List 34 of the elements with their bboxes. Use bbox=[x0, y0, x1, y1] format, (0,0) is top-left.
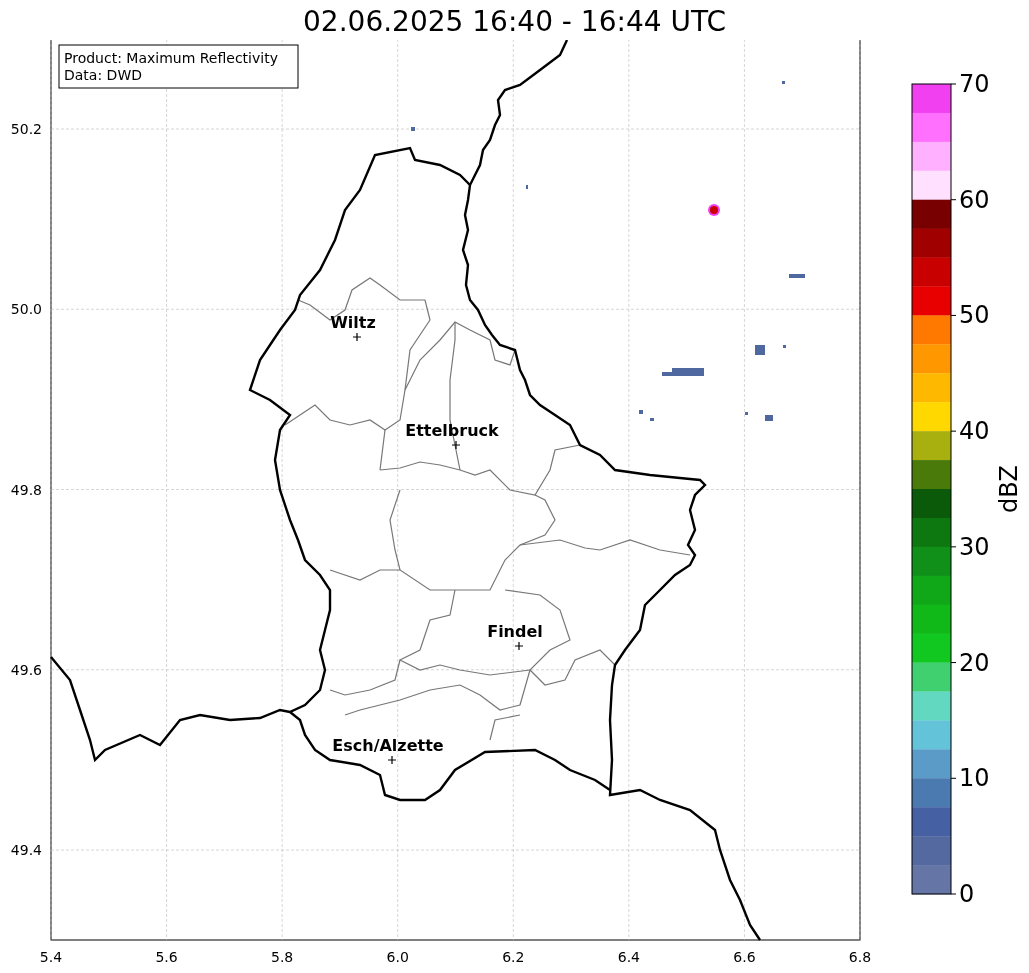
city-marker-icon bbox=[451, 440, 461, 450]
colorbar-tick-label: 40 bbox=[959, 417, 990, 446]
chart-title: 02.06.2025 16:40 - 16:44 UTC bbox=[303, 4, 726, 40]
y-tick-label: 49.4 bbox=[10, 842, 42, 858]
storm-cell-marker bbox=[708, 204, 720, 216]
y-tick-label: 50.2 bbox=[10, 121, 42, 137]
y-tick-label: 49.6 bbox=[10, 661, 42, 678]
colorbar-tick-label: 0 bbox=[959, 880, 975, 908]
city-label: Esch/Alzette bbox=[332, 736, 444, 755]
y-tick-label: 50.0 bbox=[10, 301, 42, 318]
info-text: Data: DWD bbox=[64, 67, 142, 83]
colorbar-tick-label: 20 bbox=[959, 648, 990, 677]
colorbar-tick-label: 60 bbox=[959, 185, 990, 214]
city-label: Findel bbox=[487, 622, 543, 641]
city-marker-icon bbox=[514, 641, 524, 651]
colorbar-tick-label: 10 bbox=[959, 764, 990, 793]
x-tick-label: 5.4 bbox=[39, 949, 63, 965]
city-marker-icon bbox=[387, 755, 397, 765]
city-label: Wiltz bbox=[330, 313, 376, 332]
y-tick-label: 49.8 bbox=[10, 481, 42, 498]
colorbar-tick-label: 50 bbox=[959, 301, 990, 330]
colorbar-tick-label: 30 bbox=[959, 532, 990, 561]
colorbar-tick-label: 70 bbox=[959, 70, 990, 98]
info-text: Product: Maximum Reflectivity bbox=[64, 50, 278, 66]
city-label: Ettelbruck bbox=[405, 421, 499, 440]
x-tick-label: 5.6 bbox=[155, 949, 178, 965]
colorbar-label: dBZ bbox=[995, 464, 1023, 514]
x-tick-label: 5.8 bbox=[271, 949, 294, 965]
x-tick-label: 6.6 bbox=[733, 949, 756, 965]
x-tick-label: 6.0 bbox=[386, 949, 409, 965]
x-tick-label: 6.8 bbox=[848, 949, 872, 965]
x-tick-label: 6.2 bbox=[502, 949, 525, 965]
x-tick-label: 6.4 bbox=[617, 949, 640, 965]
city-marker-icon bbox=[352, 332, 362, 342]
